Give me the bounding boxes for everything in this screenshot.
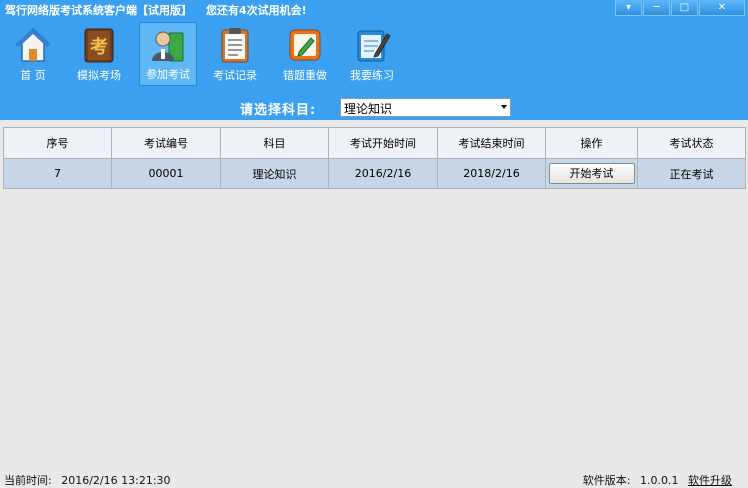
- col-header-start-time[interactable]: 考试开始时间: [328, 127, 438, 159]
- cell-start-time: 2016/2/16: [328, 158, 438, 189]
- col-header-subject[interactable]: 科目: [220, 127, 329, 159]
- toolbar-exam-records-label: 考试记录: [213, 69, 257, 82]
- cell-exam-no: 00001: [111, 158, 221, 189]
- window-title: 驾行网络版考试系统客户端【试用版】: [5, 4, 192, 17]
- cell-seq: 7: [3, 158, 112, 189]
- title-bar: 驾行网络版考试系统客户端【试用版】 您还有4次试用机会! ▾ ─ □ ✕: [0, 0, 748, 20]
- col-header-action[interactable]: 操作: [545, 127, 638, 159]
- subject-select[interactable]: 理论知识: [340, 98, 511, 117]
- close-button[interactable]: ✕: [699, 0, 745, 16]
- toolbar-practice-label: 我要练习: [350, 69, 394, 82]
- toolbar-take-exam-label: 参加考试: [146, 68, 190, 81]
- minimize-button[interactable]: ─: [643, 0, 670, 16]
- version-label: 软件版本:: [582, 474, 631, 487]
- toolbar-exam-records-button[interactable]: 考试记录: [206, 22, 264, 86]
- cell-end-time: 2018/2/16: [437, 158, 546, 189]
- status-bar: 当前时间: 2016/2/16 13:21:30 软件版本: 1.0.0.1 软…: [0, 469, 748, 487]
- software-version: 软件版本: 1.0.0.1 软件升级: [583, 472, 732, 488]
- cell-action: 开始考试: [545, 158, 638, 189]
- window-controls: ▾ ─ □ ✕: [614, 0, 745, 16]
- notepad-pen-icon: [357, 30, 391, 62]
- table-header-row: 序号 考试编号 科目 考试开始时间 考试结束时间 操作 考试状态: [3, 127, 746, 159]
- col-header-status[interactable]: 考试状态: [637, 127, 746, 159]
- svg-text:考: 考: [90, 36, 108, 58]
- home-icon: [15, 27, 51, 62]
- subject-label: 请选择科目:: [240, 103, 317, 118]
- edit-notebook-icon: [289, 29, 321, 61]
- version-value: 1.0.0.1: [640, 474, 679, 487]
- user-book-icon: [152, 31, 184, 62]
- start-exam-button[interactable]: 开始考试: [548, 163, 635, 184]
- exam-book-icon: 考: [84, 28, 114, 63]
- toolbar-mock-exam-button[interactable]: 考 模拟考场: [70, 22, 128, 86]
- clipboard-icon: [221, 28, 249, 63]
- toolbar-home-label: 首 页: [20, 69, 46, 82]
- table-row[interactable]: 7 00001 理论知识 2016/2/16 2018/2/16 开始考试 正在…: [3, 158, 746, 189]
- exam-table: 序号 考试编号 科目 考试开始时间 考试结束时间 操作 考试状态 7 00001…: [3, 127, 746, 189]
- col-header-end-time[interactable]: 考试结束时间: [437, 127, 546, 159]
- cell-subject: 理论知识: [220, 158, 329, 189]
- toolbar-take-exam-button[interactable]: 参加考试: [139, 22, 197, 86]
- current-time-label: 当前时间:: [4, 474, 52, 487]
- toolbar-practice-button[interactable]: 我要练习: [343, 22, 401, 86]
- col-header-seq[interactable]: 序号: [3, 127, 112, 159]
- toolbar-home-button[interactable]: 首 页: [4, 22, 62, 86]
- current-time-value: 2016/2/16 13:21:30: [61, 474, 171, 487]
- upgrade-link[interactable]: 软件升级: [688, 474, 732, 487]
- subject-selected-value: 理论知识: [344, 102, 393, 116]
- menu-dropdown-button[interactable]: ▾: [615, 0, 642, 16]
- toolbar-mock-exam-label: 模拟考场: [77, 69, 121, 82]
- cell-status: 正在考试: [637, 158, 746, 189]
- current-time: 当前时间: 2016/2/16 13:21:30: [4, 472, 171, 488]
- toolbar-redo-mistakes-button[interactable]: 错题重做: [276, 22, 334, 86]
- trial-notice: 您还有4次试用机会!: [206, 4, 307, 17]
- maximize-button[interactable]: □: [671, 0, 698, 16]
- toolbar-redo-mistakes-label: 错题重做: [283, 69, 327, 82]
- col-header-exam-no[interactable]: 考试编号: [111, 127, 221, 159]
- chevron-down-icon[interactable]: [501, 105, 507, 109]
